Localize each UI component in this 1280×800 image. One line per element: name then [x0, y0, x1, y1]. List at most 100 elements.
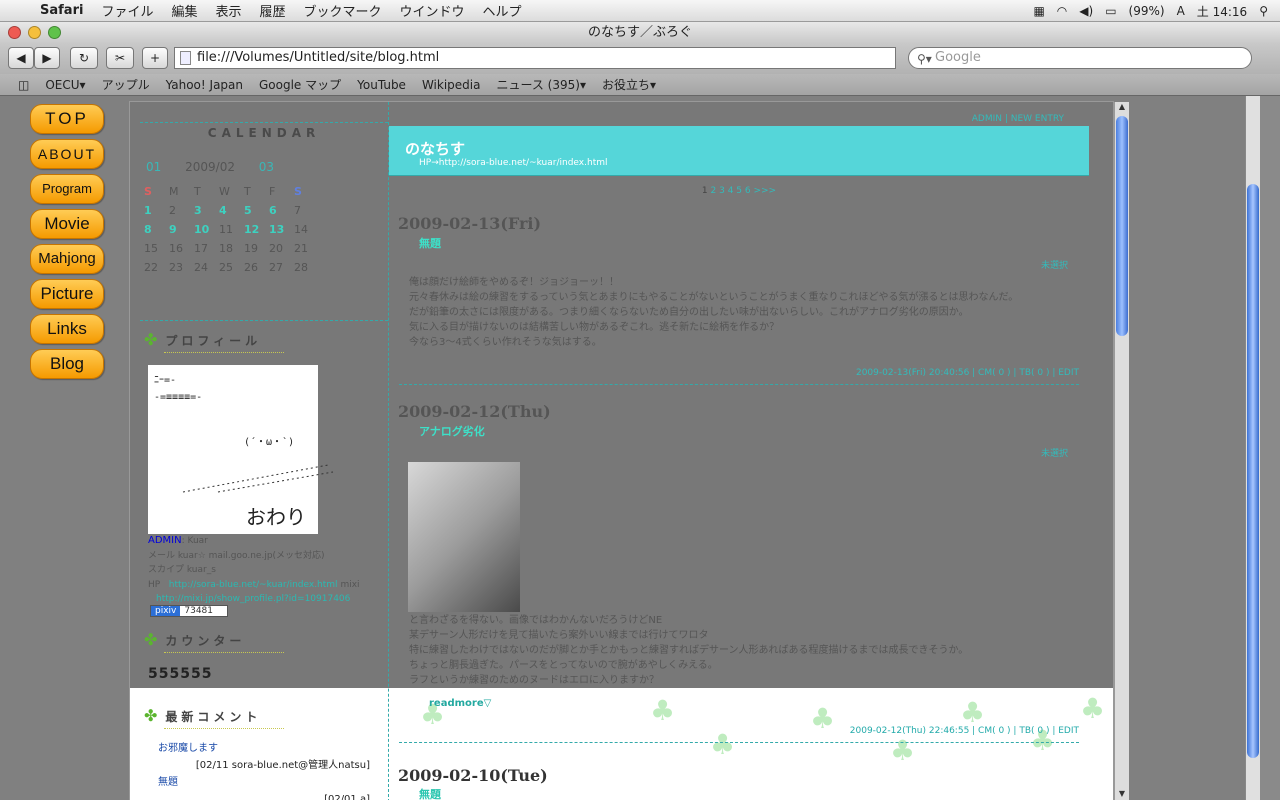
add-bookmark-button[interactable]: + — [142, 47, 168, 69]
calendar-prev-month[interactable]: 01 — [146, 160, 161, 174]
calendar-day[interactable]: 6 — [269, 201, 294, 220]
calendar-day[interactable]: 13 — [269, 220, 294, 239]
comment-link[interactable]: 無題 — [158, 774, 370, 791]
bookmarks-bar: ◫ OECU▾ アップル Yahoo! Japan Google マップ You… — [0, 74, 1280, 96]
bookmark-apple[interactable]: アップル — [94, 76, 158, 93]
admin-links[interactable]: ADMIN | NEW ENTRY — [972, 114, 1064, 124]
calendar-next-month[interactable]: 03 — [259, 160, 274, 174]
forward-button[interactable]: ▶ — [34, 47, 60, 69]
calendar-day[interactable]: 12 — [244, 220, 269, 239]
calendar-day[interactable]: 1 — [144, 201, 169, 220]
blog-homepage-link[interactable]: HP→http://sora-blue.net/~kuar/index.html — [419, 158, 608, 168]
web-page: TOP ABOUT Program Movie Mahjong Picture … — [0, 96, 1245, 800]
entry-sketch-image — [408, 462, 520, 612]
comment-link[interactable]: お邪魔します — [158, 740, 370, 757]
profile-heading: ✤ プロフィール — [144, 330, 261, 349]
calendar-day[interactable]: 9 — [169, 220, 194, 239]
calendar-day[interactable]: 3 — [194, 201, 219, 220]
calendar-day: 15 — [144, 242, 158, 255]
bookmark-news[interactable]: ニュース (395)▾ — [488, 76, 594, 93]
menu-window[interactable]: ウインドウ — [391, 1, 474, 20]
readmore-link[interactable]: readmore▽ — [429, 698, 491, 709]
entry-footer[interactable]: 2009-02-12(Thu) 22:46:55 | CM( 0 ) | TB(… — [850, 726, 1079, 736]
calendar-day: 20 — [269, 242, 283, 255]
calendar-day[interactable]: 10 — [194, 220, 219, 239]
address-bar[interactable]: file:///Volumes/Untitled/site/blog.html — [174, 47, 896, 69]
entry-line: 某デサーン人形だけを見て描いたら案外いい線までは行けてワロタ — [409, 630, 709, 641]
bookmark-wikipedia[interactable]: Wikipedia — [414, 78, 489, 92]
profile-mixi-link[interactable]: http://mixi.jp/show_profile.pl?id=109174… — [156, 594, 350, 604]
clock[interactable]: 土 14:16 — [1197, 3, 1247, 20]
blog-scroll-thumb[interactable] — [1116, 116, 1128, 336]
entry-title[interactable]: アナログ劣化 — [419, 423, 485, 439]
counter-heading: ✤ カウンター — [144, 630, 245, 649]
page-links[interactable]: 2 3 4 5 6 >>> — [711, 186, 777, 196]
pixiv-badge[interactable]: pixiv 73481 — [150, 605, 228, 617]
reload-button[interactable]: ↻ — [70, 47, 98, 69]
blog-title[interactable]: のなちす — [405, 138, 465, 159]
calendar-day[interactable]: 5 — [244, 201, 269, 220]
menu-edit[interactable]: 編集 — [162, 1, 206, 20]
blog-scrollbar[interactable]: ▲ ▼ — [1114, 102, 1129, 800]
spaces-icon[interactable]: ▦ — [1033, 4, 1044, 18]
blog-frame: ♣ ♣ ♣ ♣ ♣ ♣ ♣ ♣ CALENDAR 01 2009/02 03 S… — [129, 101, 1114, 800]
nav-movie[interactable]: Movie — [30, 209, 104, 239]
entry-footer[interactable]: 2009-02-13(Fri) 20:40:56 | CM( 0 ) | TB(… — [856, 368, 1079, 378]
wifi-icon[interactable]: ◠ — [1057, 4, 1067, 18]
search-field[interactable]: ⚲▾ Google — [908, 47, 1252, 69]
bookmark-youtube[interactable]: YouTube — [349, 78, 414, 92]
scroll-up-arrow-icon[interactable]: ▲ — [1115, 102, 1129, 114]
calendar-day[interactable]: 8 — [144, 220, 169, 239]
calendar-title: CALENDAR — [207, 126, 321, 140]
battery-percent[interactable]: (99%) — [1129, 4, 1165, 18]
entry-body: と言わざるを得ない。画像ではわかんないだろうけどNE 某デサーン人形だけを見て描… — [409, 613, 1069, 688]
entry-line: 特に練習したわけではないのだが脚とか手とかもっと練習すればデサーン人形あればある… — [409, 645, 969, 656]
input-method-icon[interactable]: A — [1177, 4, 1185, 18]
back-button[interactable]: ◀ — [8, 47, 34, 69]
bookmark-yahoo[interactable]: Yahoo! Japan — [158, 78, 251, 92]
minimize-window-icon[interactable] — [28, 26, 41, 39]
profile-skype: スカイプ kuar_s — [148, 565, 216, 575]
menu-view[interactable]: 表示 — [206, 1, 250, 20]
entry-category[interactable]: 未選択 — [1041, 446, 1068, 459]
entry-title[interactable]: 無題 — [419, 235, 441, 251]
bookmark-google-maps[interactable]: Google マップ — [251, 76, 349, 93]
nav-picture[interactable]: Picture — [30, 279, 104, 309]
entry-line: 元々春休みは絵の練習をするっていう気とあまりにもやることがないということがうまく… — [409, 292, 1019, 303]
calendar-day: 16 — [169, 242, 183, 255]
calendar-current-month: 2009/02 — [185, 160, 235, 174]
spotlight-icon[interactable]: ⚲ — [1259, 4, 1268, 18]
pixiv-id: 73481 — [184, 606, 214, 616]
profile-admin-link[interactable]: ADMIN — [148, 535, 182, 546]
entry-category[interactable]: 未選択 — [1041, 258, 1068, 271]
entry-date: 2009-02-12(Thu) — [398, 402, 551, 421]
snippet-button[interactable]: ✂ — [106, 47, 134, 69]
comment-meta: [02/01 a] — [324, 794, 370, 800]
zoom-window-icon[interactable] — [48, 26, 61, 39]
volume-icon[interactable]: ◀) — [1079, 4, 1093, 18]
window-scroll-thumb[interactable] — [1247, 184, 1259, 758]
nav-top[interactable]: TOP — [30, 104, 104, 134]
menu-app-name[interactable]: Safari — [36, 3, 92, 18]
bookmark-useful[interactable]: お役立ち▾ — [594, 76, 664, 93]
nav-mahjong[interactable]: Mahjong — [30, 244, 104, 274]
nav-about[interactable]: ABOUT — [30, 139, 104, 169]
bookmarks-book-icon[interactable]: ◫ — [0, 78, 37, 92]
profile-hp-link[interactable]: http://sora-blue.net/~kuar/index.html — [169, 580, 338, 590]
calendar-day: 28 — [294, 261, 308, 274]
entry-title[interactable]: 無題 — [419, 786, 441, 800]
calendar-day: 19 — [244, 242, 258, 255]
scroll-down-arrow-icon[interactable]: ▼ — [1115, 789, 1129, 800]
menu-help[interactable]: ヘルプ — [474, 1, 531, 20]
nav-program[interactable]: Program — [30, 174, 104, 204]
nav-links[interactable]: Links — [30, 314, 104, 344]
calendar-day[interactable]: 4 — [219, 201, 244, 220]
nav-blog[interactable]: Blog — [30, 349, 104, 379]
menu-bookmarks[interactable]: ブックマーク — [295, 1, 391, 20]
menu-file[interactable]: ファイル — [92, 1, 162, 20]
window-scrollbar[interactable] — [1245, 96, 1260, 800]
bookmark-oecu[interactable]: OECU▾ — [37, 78, 93, 92]
menu-history[interactable]: 履歴 — [250, 1, 294, 20]
close-window-icon[interactable] — [8, 26, 21, 39]
battery-icon[interactable]: ▭ — [1105, 4, 1116, 18]
